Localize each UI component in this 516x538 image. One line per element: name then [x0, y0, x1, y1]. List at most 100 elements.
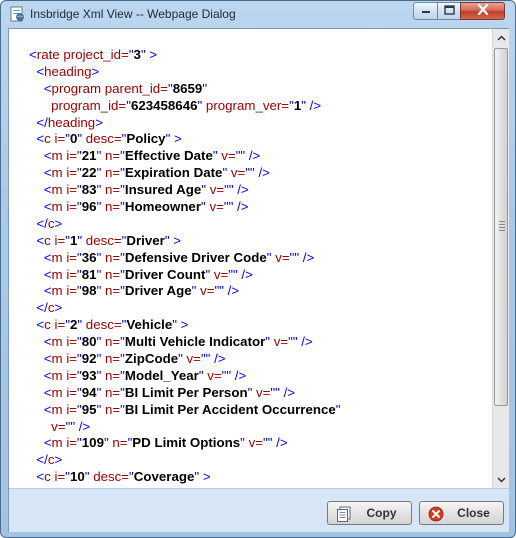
ie-document-icon: [9, 6, 25, 22]
xml-attribute-value: 22: [81, 165, 97, 181]
xml-attribute-name: i=: [62, 367, 78, 383]
xml-attribute-value: 95: [81, 401, 97, 417]
xml-tag-name: m: [51, 249, 63, 265]
xml-line: <heading>: [29, 64, 341, 81]
xml-attribute-name: v=: [210, 266, 229, 282]
xml-tag-name: program: [51, 80, 102, 96]
xml-attribute-value: Vehicle: [126, 317, 173, 333]
xml-markup: <: [29, 283, 52, 299]
xml-attribute-name: v=: [270, 334, 289, 350]
xml-markup: <: [29, 131, 45, 147]
xml-attribute-name: i=: [62, 249, 78, 265]
xml-markup: <: [29, 384, 52, 400]
xml-markup: </: [29, 215, 48, 231]
xml-markup: />: [272, 435, 288, 451]
xml-markup: <: [29, 199, 52, 215]
xml-attribute-name: i=: [62, 351, 78, 367]
xml-markup: />: [231, 367, 247, 383]
xml-attribute-value: 8659: [172, 80, 203, 96]
xml-attribute-name: n=: [101, 351, 121, 367]
xml-tag-name: m: [51, 199, 63, 215]
xml-markup: "": [214, 283, 224, 299]
xml-attribute-name: n=: [101, 182, 121, 198]
xml-markup: "": [289, 249, 300, 265]
xml-attribute-value: 21: [81, 148, 97, 164]
xml-attribute-value: Multi Vehicle Indicator: [124, 334, 266, 350]
xml-markup: />: [299, 249, 315, 265]
xml-attribute-value: PD Limit Options: [132, 435, 241, 451]
xml-attribute-value: ZipCode: [124, 351, 179, 367]
xml-attribute-name: i=: [62, 266, 78, 282]
xml-tag-name: m: [51, 165, 63, 181]
xml-attribute-name: i=: [62, 334, 78, 350]
xml-attribute-value: 81: [81, 266, 97, 282]
xml-markup: "": [228, 266, 238, 282]
close-button[interactable]: Close: [419, 501, 504, 525]
xml-attribute-name: v=: [244, 435, 263, 451]
xml-markup: ": [202, 80, 208, 96]
xml-line: <m i="94" n="BI Limit Per Person" v="" /…: [29, 385, 341, 402]
xml-attribute-name: i=: [50, 232, 66, 248]
xml-attribute-name: i=: [62, 182, 78, 198]
scroll-up-button[interactable]: [493, 29, 509, 46]
xml-line: </heading>: [29, 115, 341, 132]
xml-tag-name: m: [51, 266, 63, 282]
xml-markup: >: [54, 452, 63, 468]
xml-attribute-value: 93: [81, 367, 97, 383]
title-bar[interactable]: Insbridge Xml View -- Webpage Dialog: [1, 1, 515, 27]
xml-attribute-value: Homeowner: [124, 199, 202, 215]
window-title: Insbridge Xml View -- Webpage Dialog: [30, 7, 236, 21]
xml-markup: "": [224, 182, 234, 198]
grip-line: [499, 227, 505, 228]
xml-tag-name: rate: [36, 47, 60, 62]
xml-markup: />: [210, 351, 226, 367]
xml-markup: <: [29, 266, 52, 282]
xml-markup: >: [95, 114, 103, 130]
xml-line: <m i="95" n="BI Limit Per Accident Occur…: [29, 402, 341, 419]
xml-markup: </: [29, 452, 48, 468]
scroll-thumb[interactable]: [494, 48, 508, 406]
xml-markup: >: [169, 232, 182, 248]
xml-view[interactable]: <rate project_id="3" > <heading> <progra…: [9, 29, 492, 488]
xml-tag-name: c: [47, 300, 55, 316]
xml-attribute-value: 98: [81, 283, 97, 299]
dialog-window: Insbridge Xml View -- Webpage Dialog <ra…: [0, 0, 516, 538]
xml-attribute-value: 92: [81, 351, 97, 367]
maximize-icon: [443, 2, 455, 20]
xml-line: <program parent_id="8659": [29, 81, 341, 98]
xml-markup: <: [29, 351, 52, 367]
scroll-down-button[interactable]: [493, 471, 509, 488]
xml-markup: <: [29, 47, 37, 62]
close-button-label: Close: [457, 506, 490, 520]
xml-attribute-name: n=: [101, 401, 121, 417]
xml-attribute-name: program_id=: [29, 97, 127, 113]
vertical-scrollbar[interactable]: [492, 29, 509, 488]
xml-attribute-value: 3: [133, 47, 141, 62]
xml-attribute-value: 10: [69, 469, 85, 485]
xml-tag-name: heading: [47, 114, 96, 130]
xml-markup: >: [145, 47, 158, 62]
title-close-button[interactable]: [460, 2, 505, 20]
xml-markup: <: [29, 317, 45, 333]
maximize-button[interactable]: [437, 2, 461, 20]
xml-attribute-name: v=: [271, 249, 290, 265]
close-x-icon: [477, 2, 489, 20]
chevron-up-icon: [496, 33, 506, 43]
xml-attribute-name: v=: [182, 351, 201, 367]
xml-attribute-name: n=: [108, 435, 128, 451]
xml-attribute-name: program_ver=: [202, 97, 290, 113]
xml-markup: <: [29, 80, 52, 96]
xml-attribute-name: n=: [101, 283, 121, 299]
xml-markup: "": [245, 165, 255, 181]
xml-markup: "": [223, 199, 234, 215]
xml-line: <c i="10" desc="Coverage" >: [29, 469, 341, 486]
xml-markup: "": [270, 384, 280, 400]
xml-line: <m i="93" n="Model_Year" v="" />: [29, 368, 341, 385]
copy-button[interactable]: Copy: [327, 501, 412, 525]
xml-tag-name: m: [51, 182, 63, 198]
xml-markup: >: [54, 300, 63, 316]
xml-markup: "": [65, 418, 76, 434]
xml-attribute-value: Driver: [126, 232, 165, 248]
minimize-button[interactable]: [413, 2, 438, 20]
xml-line: <m i="109" n="PD Limit Options" v="" />: [29, 435, 341, 452]
